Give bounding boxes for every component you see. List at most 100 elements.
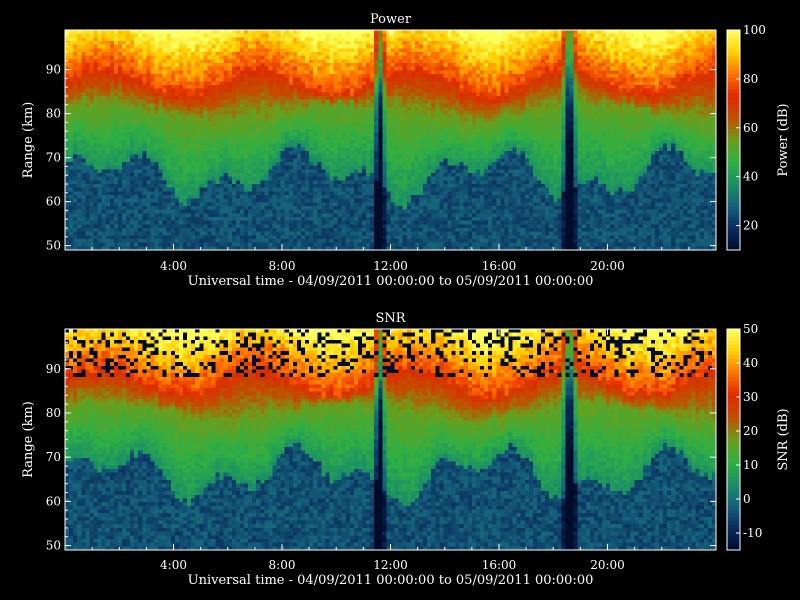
chart-panel-power xyxy=(64,29,741,251)
colorbar-segment xyxy=(727,235,740,240)
colorbar-tick-label: 50 xyxy=(743,322,758,336)
colorbar-segment xyxy=(727,472,740,477)
colorbar-label: SNR (dB) xyxy=(776,408,791,470)
colorbar-segment xyxy=(727,52,740,57)
colorbar-segment xyxy=(727,457,740,463)
colorbar-tick-label: 20 xyxy=(743,424,758,438)
colorbar-label: Power (dB) xyxy=(776,103,791,176)
colorbar-segment xyxy=(727,520,740,525)
colorbar-segment xyxy=(727,354,740,359)
colorbar-segment xyxy=(727,217,740,222)
colorbar-segment xyxy=(727,369,740,374)
colorbar-tick-label: 60 xyxy=(743,121,758,135)
colorbar-segment xyxy=(727,187,740,192)
colorbar-tick-label: 100 xyxy=(743,23,766,37)
colorbar-segment xyxy=(727,387,740,393)
colorbar-segment xyxy=(727,413,740,418)
colorbar-segment xyxy=(727,450,740,455)
colorbar-segment xyxy=(727,151,740,156)
colorbar-segment xyxy=(727,505,740,510)
colorbar-segment xyxy=(727,535,740,540)
colorbar-segment xyxy=(727,184,740,189)
colorbar-segment xyxy=(727,417,740,422)
colorbar-tick-label: 80 xyxy=(743,72,758,86)
y-tick-label: 80 xyxy=(46,406,61,420)
y-tick-label: 70 xyxy=(46,151,61,165)
colorbar-segment xyxy=(727,48,740,53)
x-tick-label: 20:00 xyxy=(590,558,625,572)
colorbar-segment xyxy=(727,242,740,247)
colorbar-segment xyxy=(727,103,740,108)
heatmap-image xyxy=(65,329,716,550)
colorbar-segment xyxy=(727,77,740,82)
colorbar-segment xyxy=(727,169,740,174)
colorbar-segment xyxy=(727,191,740,196)
colorbar-segment xyxy=(727,176,740,181)
colorbar-segment xyxy=(727,140,740,145)
colorbar-segment xyxy=(727,63,740,68)
colorbar-segment xyxy=(727,37,740,42)
colorbar-segment xyxy=(727,136,740,141)
x-tick-label: 12:00 xyxy=(373,558,408,572)
colorbar-segment xyxy=(727,483,740,488)
colorbar-segment xyxy=(727,380,740,385)
colorbar-segment xyxy=(727,410,740,415)
colorbar-segment xyxy=(727,365,740,371)
colorbar-segment xyxy=(727,224,740,229)
colorbar-segment xyxy=(727,99,740,104)
colorbar-tick-label: 40 xyxy=(743,356,758,370)
x-tick-label: 8:00 xyxy=(269,558,296,572)
colorbar-tick-label: 0 xyxy=(743,492,751,506)
y-tick-label: 90 xyxy=(46,63,61,77)
colorbar-segment xyxy=(727,70,740,75)
colorbar-segment xyxy=(727,143,740,148)
y-tick-label: 60 xyxy=(46,195,61,209)
colorbar-segment xyxy=(727,542,740,547)
x-tick-label: 16:00 xyxy=(482,558,517,572)
colorbar-segment xyxy=(727,118,740,123)
colorbar-segment xyxy=(727,376,740,382)
colorbar-segment xyxy=(727,162,740,167)
colorbar-segment xyxy=(727,220,740,225)
colorbar-segment xyxy=(727,424,740,429)
x-tick-label: 20:00 xyxy=(590,259,625,273)
colorbar-segment xyxy=(727,343,740,348)
colorbar-segment xyxy=(727,494,740,499)
x-tick-label: 12:00 xyxy=(373,259,408,273)
y-tick-label: 80 xyxy=(46,107,61,121)
colorbar-segment xyxy=(727,209,740,214)
colorbar-segment xyxy=(727,41,740,46)
colorbar-segment xyxy=(727,154,740,159)
colorbar-segment xyxy=(727,198,740,203)
colorbar-segment xyxy=(727,446,740,452)
colorbar-segment xyxy=(727,195,740,200)
colorbar-tick-label: 20 xyxy=(743,219,758,233)
colorbar-segment xyxy=(727,421,740,426)
colorbar-segment xyxy=(727,384,740,389)
colorbar-segment xyxy=(727,406,740,411)
colorbar-segment xyxy=(727,358,740,363)
colorbar-segment xyxy=(727,74,740,79)
colorbar-segment xyxy=(727,443,740,448)
colorbar-segment xyxy=(727,30,740,35)
y-tick-label: 70 xyxy=(46,450,61,464)
colorbar-segment xyxy=(727,33,740,38)
colorbar-segment xyxy=(727,527,740,533)
colorbar-segment xyxy=(727,487,740,492)
colorbar-segment xyxy=(727,129,740,134)
colorbar-segment xyxy=(727,206,740,211)
colorbar-segment xyxy=(727,373,740,378)
colorbar-segment xyxy=(727,165,740,170)
colorbar-segment xyxy=(727,454,740,459)
colorbar-segment xyxy=(727,85,740,90)
figure: Power4:00 8:00 12:00 16:00 20:00Universal ti… xyxy=(21,12,791,588)
colorbar-segment xyxy=(727,502,740,507)
colorbar-segment xyxy=(727,110,740,115)
y-axis-label: Range (km) xyxy=(21,401,36,478)
colorbar-segment xyxy=(727,332,740,337)
colorbar-segment xyxy=(727,402,740,407)
colorbar-segment xyxy=(727,491,740,496)
x-tick-label: 4:00 xyxy=(160,558,187,572)
colorbar-segment xyxy=(727,351,740,356)
colorbar-segment xyxy=(727,147,740,152)
